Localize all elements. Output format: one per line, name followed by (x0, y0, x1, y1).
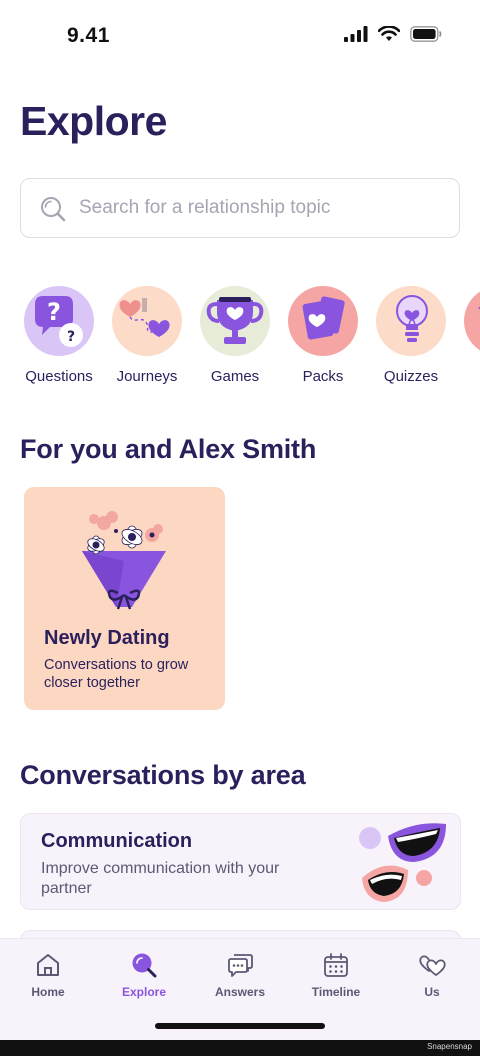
tab-label: Us (424, 985, 440, 999)
tab-label: Explore (121, 985, 166, 999)
talking-mouths-icon (359, 823, 446, 902)
conversations-section-title: Conversations by area (20, 760, 306, 790)
journey-hearts-icon (112, 286, 182, 356)
lightbulb-icon (376, 286, 446, 356)
tab-answers[interactable]: Answers (192, 951, 288, 999)
svg-text:?: ? (67, 329, 75, 345)
category-label: Journeys (116, 368, 178, 385)
tab-us[interactable]: Us (384, 951, 480, 999)
status-time: 9.41 (67, 24, 110, 47)
for-you-card-newly-dating[interactable]: Newly Dating Conversations to grow close… (24, 487, 225, 710)
trophy-icon (200, 286, 270, 356)
category-journeys[interactable]: Journeys (103, 286, 191, 385)
search-input[interactable] (79, 191, 449, 225)
wifi-icon (378, 26, 400, 41)
home-indicator[interactable] (155, 1023, 325, 1029)
question-bubble-icon: ? ? (24, 286, 94, 356)
category-label: Packs (302, 368, 344, 385)
tab-label: Answers (214, 985, 266, 999)
card-title: Communication (41, 830, 193, 852)
chat-bubbles-icon (228, 954, 253, 977)
category-packs[interactable]: Packs (279, 286, 367, 385)
search-icon (41, 197, 66, 222)
category-questions[interactable]: ? ? Questions (15, 286, 103, 385)
tab-label: Home (31, 985, 65, 999)
for-you-section-title: For you and Alex Smith (20, 434, 317, 464)
category-label: Questions (25, 368, 93, 385)
category-label: Quizzes (383, 368, 439, 385)
category-label: Games (210, 368, 260, 385)
battery-icon (410, 26, 442, 42)
page-title: Explore (20, 98, 167, 144)
svg-text:?: ? (47, 298, 61, 326)
card-pack-icon (288, 286, 358, 356)
category-quizzes[interactable]: Quizzes (367, 286, 455, 385)
search-icon (132, 953, 157, 978)
status-icons (344, 26, 442, 42)
category-row: ? ? Questions Journeys Games Packs Quizz… (0, 286, 480, 396)
calendar-icon (324, 953, 348, 977)
tab-label: Timeline (311, 985, 361, 999)
search-box[interactable] (20, 178, 460, 238)
area-card-communication[interactable]: Communication Improve communication with… (20, 813, 461, 910)
hearts-icon (419, 955, 446, 976)
tab-home[interactable]: Home (0, 951, 96, 999)
bottom-tab-bar: Home Explore Answers Timeline Us (0, 938, 480, 1040)
tab-timeline[interactable]: Timeline (288, 951, 384, 999)
card-description: Improve communication with your partner (41, 860, 280, 897)
home-icon (37, 954, 59, 976)
watermark: Snapensnap (427, 1042, 472, 1051)
flower-bouquet-icon (82, 511, 166, 610)
cellular-signal-icon (344, 26, 368, 42)
extra-icon (464, 286, 480, 356)
card-description: Conversations to grow closer together (44, 657, 189, 691)
card-title: Newly Dating (44, 627, 170, 649)
status-bar: 9.41 (0, 0, 480, 70)
bottom-strip: Snapensnap (0, 1040, 480, 1056)
tab-explore[interactable]: Explore (96, 951, 192, 999)
category-extra[interactable]: Ex (455, 286, 480, 385)
category-games[interactable]: Games (191, 286, 279, 385)
